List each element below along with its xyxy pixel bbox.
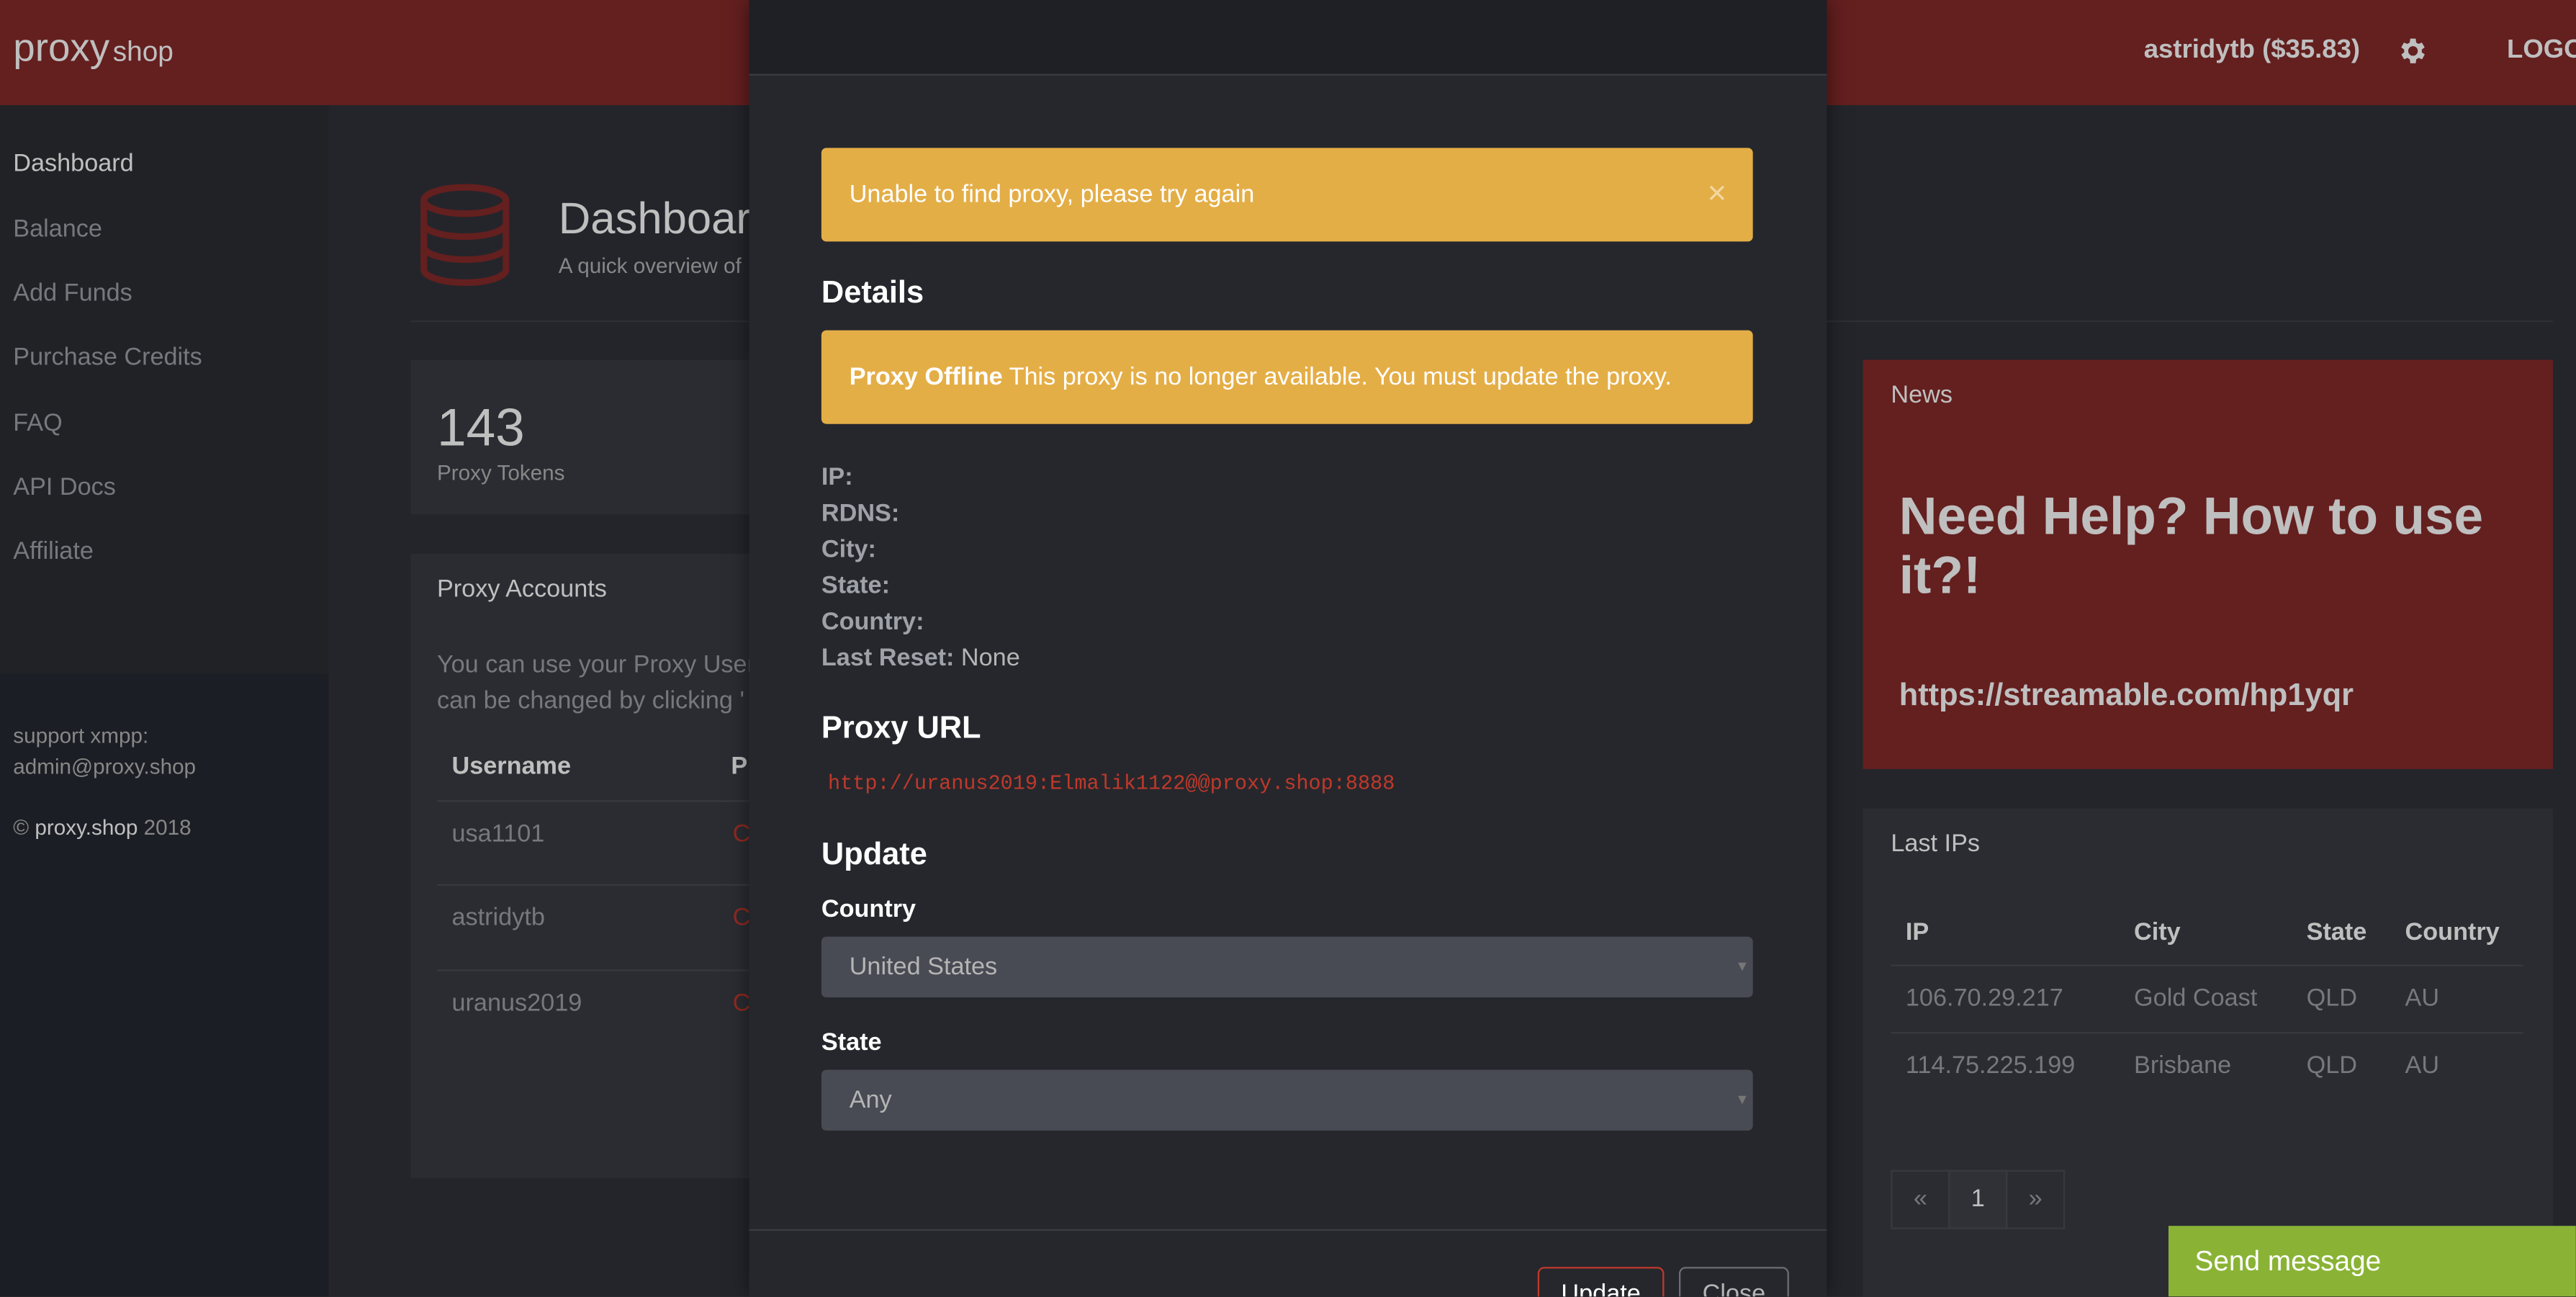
details-heading: Details <box>821 276 924 311</box>
field-city: City: <box>821 536 876 564</box>
field-last-reset-label: Last Reset: <box>821 644 955 673</box>
close-button[interactable]: Close <box>1678 1267 1789 1297</box>
field-rdns-label: RDNS: <box>821 499 900 528</box>
field-last-reset-value: None <box>954 644 1020 673</box>
country-select[interactable]: United States ▾ <box>821 936 1753 998</box>
offline-alert: Proxy Offline This proxy is no longer av… <box>821 330 1753 424</box>
close-icon[interactable]: × <box>1708 148 1727 241</box>
error-alert-text: Unable to find proxy, please try again <box>849 180 1255 209</box>
field-last-reset: Last Reset: None <box>821 644 1020 672</box>
page: proxyshop astridytb ($35.83) LOGOUT Dash… <box>0 0 2576 1297</box>
offline-alert-title: Proxy Offline <box>849 363 1003 392</box>
modal-footer-divider <box>749 1229 1827 1231</box>
error-alert: Unable to find proxy, please try again × <box>821 148 1753 242</box>
field-ip: IP: <box>821 463 853 491</box>
state-select[interactable]: Any ▾ <box>821 1069 1753 1131</box>
update-button[interactable]: Update <box>1537 1267 1665 1297</box>
chevron-down-icon: ▾ <box>1738 958 1747 977</box>
state-select-value: Any <box>849 1086 892 1115</box>
field-rdns: RDNS: <box>821 500 899 528</box>
field-state-label: State: <box>821 572 891 600</box>
proxy-url-heading: Proxy URL <box>821 712 981 746</box>
field-country-label: Country: <box>821 608 924 637</box>
proxy-url: http://uranus2019:Elmalik1122@@proxy.sho… <box>828 772 1395 796</box>
chevron-down-icon: ▾ <box>1738 1091 1747 1110</box>
field-ip-label: IP: <box>821 463 853 492</box>
send-message-button[interactable]: Send message <box>2168 1226 2576 1297</box>
country-label: Country <box>821 895 917 924</box>
modal-header <box>749 0 1827 76</box>
update-heading: Update <box>821 838 927 873</box>
field-city-label: City: <box>821 535 876 564</box>
field-state: State: <box>821 572 890 600</box>
offline-alert-text: This proxy is no longer available. You m… <box>1002 363 1672 392</box>
field-country: Country: <box>821 608 924 636</box>
state-label: State <box>821 1028 882 1057</box>
country-select-value: United States <box>849 953 998 982</box>
